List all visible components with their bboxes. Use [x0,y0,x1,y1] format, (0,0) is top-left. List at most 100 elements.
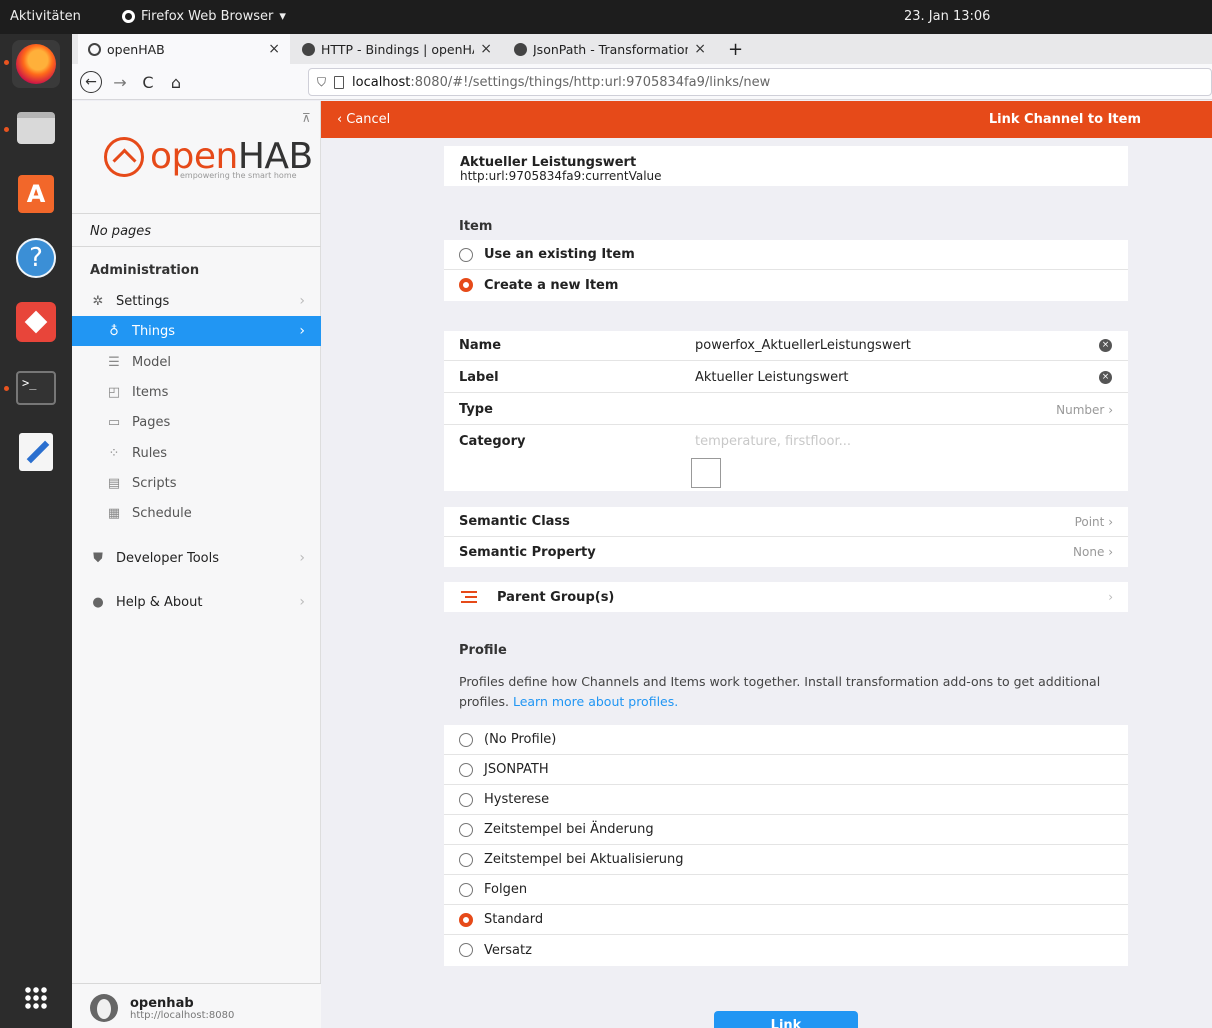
profile-radio[interactable] [459,732,473,747]
profile-option[interactable]: Folgen [444,875,1128,905]
new-item-form: Name powerfox_AktuellerLeistungswert × L… [444,331,1128,491]
system-top-bar: Aktivitäten Firefox Web Browser ▾ 23. Ja… [0,0,1212,34]
profile-option[interactable]: Hysterese [444,785,1128,815]
link-button[interactable]: Link [714,1011,858,1028]
activities-button[interactable]: Aktivitäten [10,9,81,24]
close-icon[interactable]: × [694,41,706,57]
running-indicator [4,60,9,65]
url-bar[interactable]: ⛉ localhost:8080/#!/settings/things/http… [308,68,1212,96]
home-button[interactable]: ⌂ [164,70,188,94]
sidebar-item-label: Help & About [116,594,203,610]
dock-software[interactable]: A [12,170,60,218]
profile-radio[interactable] [459,912,473,927]
semantic-class-row[interactable]: Semantic Class Point › [444,507,1128,537]
profile-option[interactable]: Zeitstempel bei Änderung [444,815,1128,845]
openhab-favicon-icon [88,42,101,56]
profile-radio[interactable] [459,943,473,957]
profile-radio[interactable] [459,792,473,807]
dock-app-grid[interactable] [12,974,60,1022]
tab-http-bindings[interactable]: HTTP - Bindings | openHAB × [292,34,502,64]
group-list-icon [461,591,477,603]
page-icon [334,75,345,89]
clear-icon[interactable]: × [1099,371,1112,384]
calendar-icon: ▦ [107,505,121,521]
reload-button[interactable]: C [136,70,160,94]
sidebar-item-items[interactable]: ◰ Items [72,377,321,407]
dock-firefox[interactable] [12,40,60,88]
dock-files[interactable] [12,104,60,152]
openhab-favicon-icon [514,42,527,56]
option-use-existing-item[interactable]: Use an existing Item [444,240,1128,270]
sidebar-item-label: Pages [132,414,171,430]
tab-openhab[interactable]: openHAB × [78,34,290,64]
back-button[interactable]: ← [80,71,102,93]
dock-help[interactable]: ? [12,234,60,282]
chevron-right-icon: › [1108,590,1113,604]
semantic-class-value: Point › [1074,514,1113,529]
channel-card: Aktueller Leistungswert http:url:9705834… [444,146,1128,186]
pin-icon[interactable]: ⊼ [302,111,311,125]
profile-option[interactable]: JSONPATH [444,755,1128,785]
profile-description: Profiles define how Channels and Items w… [459,674,1101,709]
dock-terminal[interactable]: >_ [12,364,60,412]
sidebar-item-settings[interactable]: ✲ Settings › [72,286,321,316]
forward-button[interactable]: → [108,70,132,94]
profile-radio[interactable] [459,852,473,867]
files-icon [17,112,55,144]
sidebar-item-label: Scripts [132,475,177,491]
sidebar-item-label: Items [132,384,169,400]
dock-text-editor[interactable] [12,428,60,476]
sidebar-item-rules[interactable]: ⁘ Rules [72,438,321,468]
profile-option[interactable]: Standard [444,905,1128,935]
profile-label: Versatz [484,942,532,958]
parent-groups-row[interactable]: Parent Group(s) › [444,582,1128,612]
profile-radio[interactable] [459,882,473,897]
label-input[interactable]: Aktueller Leistungswert [695,370,849,385]
label-row[interactable]: Label Aktueller Leistungswert × [444,363,1128,393]
profile-option[interactable]: Zeitstempel bei Aktualisierung [444,845,1128,875]
category-input[interactable]: temperature, firstfloor... [695,434,851,449]
type-row[interactable]: Type Number › [444,395,1128,425]
channel-uid: http:url:9705834fa9:currentValue [460,169,662,183]
profile-option[interactable]: Versatz [444,935,1128,965]
sidebar-item-scripts[interactable]: ▤ Scripts [72,468,321,498]
category-row[interactable]: Category temperature, firstfloor... [444,426,1128,456]
openhab-logo[interactable]: openHAB empowering the smart home [104,137,313,180]
list-icon: ☰ [108,354,120,370]
shield-icon[interactable]: ⛉ [317,75,326,90]
app-menu[interactable]: Firefox Web Browser ▾ [122,9,286,24]
chevron-right-icon: › [1108,545,1113,559]
sidebar-item-developer-tools[interactable]: ⛊ Developer Tools › [72,543,321,573]
sidebar-item-pages[interactable]: ▭ Pages [72,407,321,437]
footer-host: http://localhost:8080 [130,1010,235,1021]
name-row[interactable]: Name powerfox_AktuellerLeistungswert × [444,331,1128,361]
cancel-link[interactable]: ‹ Cancel [337,112,390,127]
new-tab-button[interactable]: + [720,34,750,64]
close-icon[interactable]: × [480,41,492,57]
profile-radio[interactable] [459,762,473,777]
document-icon: ▤ [107,475,121,491]
clock[interactable]: 23. Jan 13:06 [904,9,990,24]
tab-jsonpath[interactable]: JsonPath - Transformations × [504,34,716,64]
no-pages-label: No pages [90,224,152,239]
user-footer[interactable]: openhab http://localhost:8080 [72,983,321,1028]
name-input[interactable]: powerfox_AktuellerLeistungswert [695,338,911,353]
profile-option[interactable]: (No Profile) [444,725,1128,755]
semantic-property-row[interactable]: Semantic Property None › [444,537,1128,567]
sidebar-item-help-about[interactable]: ● Help & About › [72,587,321,617]
close-icon[interactable]: × [268,41,280,57]
sidebar-item-model[interactable]: ☰ Model [72,347,321,377]
learn-more-profiles-link[interactable]: Learn more about profiles. [513,694,678,709]
profile-section-title: Profile [459,643,507,658]
option-create-new-item[interactable]: Create a new Item [444,270,1128,300]
profile-label: Zeitstempel bei Änderung [484,822,654,837]
channel-title: Aktueller Leistungswert [460,155,637,170]
sidebar-item-schedule[interactable]: ▦ Schedule [72,498,321,528]
radio-create-new[interactable] [459,278,473,292]
profile-radio[interactable] [459,822,473,837]
sidebar-item-things[interactable]: ♁ Things › [72,316,321,346]
clear-icon[interactable]: × [1099,339,1112,352]
radio-use-existing[interactable] [459,247,473,262]
dock-anydesk[interactable] [12,298,60,346]
logo-tagline: empowering the smart home [180,171,297,180]
